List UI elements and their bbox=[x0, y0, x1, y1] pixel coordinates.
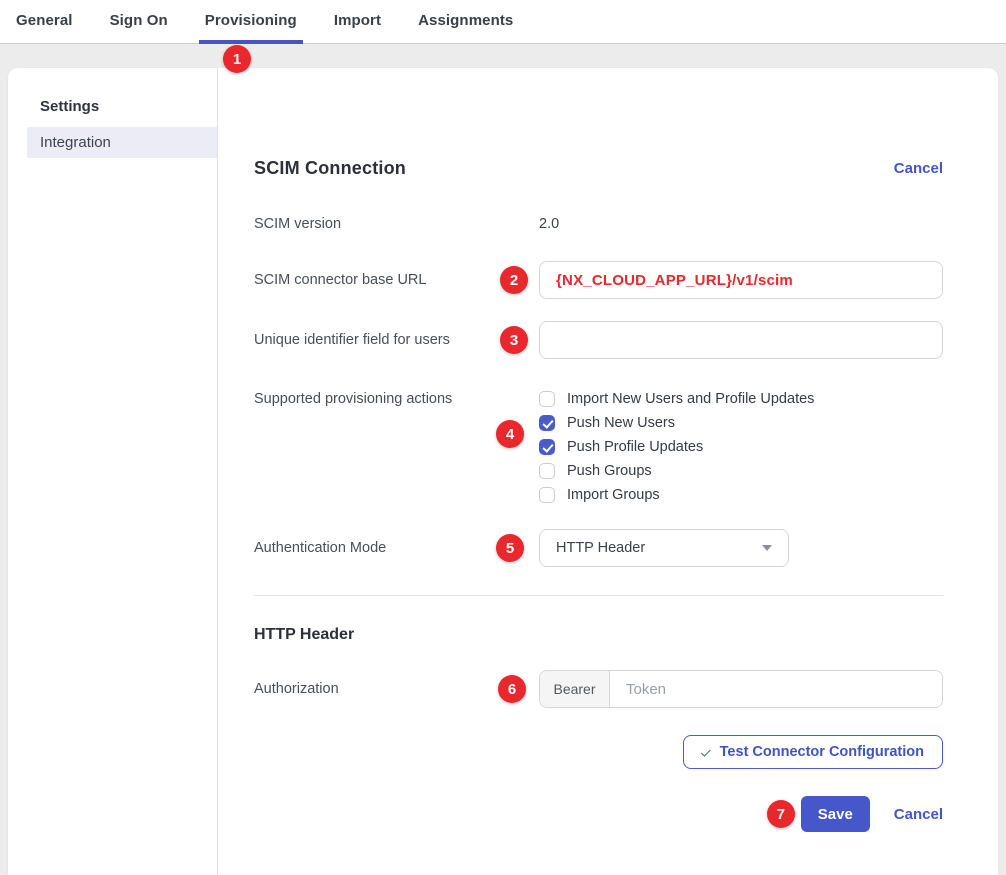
cancel-link-top[interactable]: Cancel bbox=[894, 160, 943, 177]
scim-connection-form: SCIM Connection Cancel SCIM version 2.0 … bbox=[218, 68, 998, 875]
base-url-row: SCIM connector base URL 2 bbox=[254, 261, 943, 299]
annotation-badge-4: 4 bbox=[496, 420, 524, 448]
sidebar-heading-settings: Settings bbox=[8, 98, 217, 115]
checkbox-box[interactable] bbox=[539, 391, 555, 407]
checkbox-box-checked[interactable] bbox=[539, 439, 555, 455]
scim-version-label: SCIM version bbox=[254, 216, 539, 232]
chevron-down-icon bbox=[762, 545, 772, 551]
tab-sign-on[interactable]: Sign On bbox=[104, 0, 174, 44]
token-input[interactable] bbox=[610, 671, 942, 707]
app-tab-bar: General Sign On Provisioning Import Assi… bbox=[0, 0, 1006, 44]
test-connector-configuration-button[interactable]: Test Connector Configuration bbox=[683, 735, 943, 769]
checkbox-import-new-users[interactable]: Import New Users and Profile Updates bbox=[539, 387, 943, 411]
checkbox-import-groups[interactable]: Import Groups bbox=[539, 483, 943, 507]
authorization-label: Authorization bbox=[254, 681, 539, 697]
section-divider bbox=[254, 595, 943, 596]
annotation-badge-6: 6 bbox=[498, 675, 526, 703]
checkbox-box[interactable] bbox=[539, 487, 555, 503]
content-card: Settings Integration SCIM Connection Can… bbox=[8, 68, 998, 875]
scim-version-value: 2.0 bbox=[539, 216, 559, 232]
annotation-badge-2: 2 bbox=[500, 266, 528, 294]
tab-general[interactable]: General bbox=[10, 0, 79, 44]
unique-id-label: Unique identifier field for users bbox=[254, 332, 539, 348]
checkbox-box[interactable] bbox=[539, 463, 555, 479]
checkbox-push-profile-updates[interactable]: Push Profile Updates bbox=[539, 435, 943, 459]
base-url-input[interactable] bbox=[539, 261, 943, 299]
authorization-input-group: Bearer bbox=[539, 670, 943, 708]
tab-import[interactable]: Import bbox=[328, 0, 387, 44]
auth-mode-selected-value: HTTP Header bbox=[556, 540, 645, 556]
base-url-label: SCIM connector base URL bbox=[254, 272, 539, 288]
annotation-badge-3: 3 bbox=[500, 326, 528, 354]
http-header-section-heading: HTTP Header bbox=[254, 626, 943, 644]
checkbox-push-new-users[interactable]: Push New Users bbox=[539, 411, 943, 435]
bearer-prefix: Bearer bbox=[540, 671, 610, 707]
auth-mode-select[interactable]: HTTP Header bbox=[539, 529, 789, 567]
tab-provisioning[interactable]: Provisioning bbox=[199, 0, 303, 44]
cancel-button-bottom[interactable]: Cancel bbox=[894, 806, 943, 823]
provisioning-actions-row: Supported provisioning actions 4 Import … bbox=[254, 387, 943, 507]
checkbox-box-checked[interactable] bbox=[539, 415, 555, 431]
page-title: SCIM Connection bbox=[254, 158, 406, 179]
tab-assignments[interactable]: Assignments bbox=[412, 0, 519, 44]
annotation-badge-7: 7 bbox=[767, 800, 795, 828]
provisioning-actions-label: Supported provisioning actions bbox=[254, 387, 539, 411]
sidebar: Settings Integration bbox=[8, 68, 218, 875]
annotation-badge-5: 5 bbox=[496, 534, 524, 562]
checkbox-push-groups[interactable]: Push Groups bbox=[539, 459, 943, 483]
save-button[interactable]: Save bbox=[801, 796, 870, 832]
checkmark-icon bbox=[700, 746, 710, 756]
sidebar-item-integration[interactable]: Integration bbox=[27, 127, 217, 158]
unique-id-input[interactable] bbox=[539, 321, 943, 359]
authorization-row: Authorization 6 Bearer bbox=[254, 670, 943, 708]
unique-id-row: Unique identifier field for users 3 bbox=[254, 321, 943, 359]
scim-version-row: SCIM version 2.0 bbox=[254, 215, 943, 233]
auth-mode-row: Authentication Mode 5 HTTP Header bbox=[254, 529, 943, 567]
annotation-badge-1: 1 bbox=[223, 45, 251, 73]
